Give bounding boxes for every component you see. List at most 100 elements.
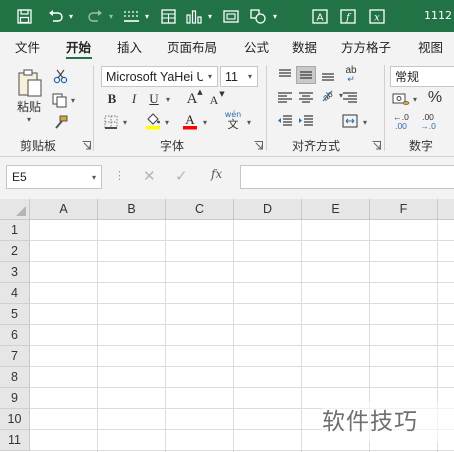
column-header-d[interactable]: D xyxy=(234,199,302,220)
row-header[interactable]: 9 xyxy=(0,388,30,409)
fill-color-icon[interactable] xyxy=(144,111,162,131)
form-icon[interactable] xyxy=(157,0,179,32)
tab-view[interactable]: 视图 xyxy=(418,37,443,56)
column-header-b[interactable]: B xyxy=(98,199,166,220)
save-icon[interactable] xyxy=(14,0,34,32)
function-icon[interactable]: x xyxy=(366,0,388,32)
decrease-indent-icon[interactable] xyxy=(276,113,294,129)
merge-center-icon[interactable] xyxy=(341,113,359,129)
wrap-text-button[interactable]: ab ↵ xyxy=(341,65,361,85)
align-left-icon[interactable] xyxy=(276,90,294,106)
font-size-combo[interactable]: 11 ▾ xyxy=(220,66,258,87)
row-header[interactable]: 5 xyxy=(0,304,30,325)
phonetic-char-icon: 文 xyxy=(227,118,239,131)
chart-icon[interactable] xyxy=(183,0,205,32)
name-box-dropdown-icon[interactable]: ▾ xyxy=(87,173,101,182)
svg-text:f: f xyxy=(345,12,352,23)
align-top-icon[interactable] xyxy=(276,67,294,83)
font-name-combo[interactable]: Microsoft YaHei UI ▾ xyxy=(101,66,218,87)
paste-dropdown-icon[interactable]: ▾ xyxy=(24,114,34,124)
align-center-icon[interactable] xyxy=(297,90,315,106)
bold-button[interactable]: B xyxy=(104,91,120,107)
format-painter-icon[interactable] xyxy=(120,0,142,32)
tab-fangfang-gezi[interactable]: 方方格子 xyxy=(341,37,391,56)
column-header-partial[interactable] xyxy=(438,199,454,220)
tab-file[interactable]: 文件 xyxy=(15,37,40,56)
row-header[interactable]: 10 xyxy=(0,409,30,430)
align-bottom-icon[interactable] xyxy=(319,67,337,83)
row-header[interactable]: 3 xyxy=(0,262,30,283)
align-right-icon[interactable] xyxy=(341,90,359,106)
row-header[interactable]: 6 xyxy=(0,325,30,346)
accounting-dropdown-icon[interactable]: ▾ xyxy=(410,94,420,104)
borders-dropdown-icon[interactable]: ▾ xyxy=(120,117,130,127)
percent-style-button[interactable]: % xyxy=(424,88,446,108)
format-painter-brush-icon[interactable] xyxy=(51,113,69,131)
undo-icon[interactable] xyxy=(44,0,66,32)
alignment-launcher-icon[interactable] xyxy=(372,141,381,150)
phonetic-dropdown-icon[interactable]: ▾ xyxy=(244,117,254,127)
accounting-format-icon[interactable] xyxy=(391,90,411,108)
insert-function-button[interactable]: fx xyxy=(211,167,222,181)
shapes-icon[interactable] xyxy=(247,0,269,32)
name-box[interactable]: E5 ▾ xyxy=(6,165,102,189)
underline-dropdown-icon[interactable]: ▾ xyxy=(163,94,173,104)
select-all-button[interactable] xyxy=(0,199,30,220)
decrease-decimal-button[interactable]: .00 →.0 xyxy=(416,111,440,133)
formula-input[interactable] xyxy=(240,165,454,189)
decrease-font-icon: ▼ xyxy=(219,90,225,98)
ribbon: 粘贴 ▾ ▾ 剪贴板 Microsoft YaHei UI ▾ 11 ▾ B I… xyxy=(0,59,454,157)
tab-insert[interactable]: 插入 xyxy=(117,37,142,56)
font-launcher-icon[interactable] xyxy=(254,141,263,150)
column-header-e[interactable]: E xyxy=(302,199,370,220)
increase-indent-icon[interactable] xyxy=(297,113,315,129)
row-header[interactable]: 8 xyxy=(0,367,30,388)
row-header[interactable]: 7 xyxy=(0,346,30,367)
tab-formulas[interactable]: 公式 xyxy=(244,37,269,56)
column-header-a[interactable]: A xyxy=(30,199,98,220)
redo-icon[interactable] xyxy=(84,0,106,32)
underline-button[interactable]: U xyxy=(146,91,162,107)
increase-decimal-button[interactable]: ←.0 .00 xyxy=(389,111,413,133)
row-header[interactable]: 11 xyxy=(0,430,30,451)
qat-dropdown-icon[interactable]: ▾ xyxy=(142,0,152,32)
font-name-dropdown-icon[interactable]: ▾ xyxy=(203,67,217,86)
cut-icon[interactable] xyxy=(51,67,69,85)
merge-dropdown-icon[interactable]: ▾ xyxy=(360,117,370,127)
italic-button[interactable]: I xyxy=(126,91,142,107)
row-header[interactable]: 2 xyxy=(0,241,30,262)
tab-page-layout[interactable]: 页面布局 xyxy=(167,37,217,56)
font-color-dropdown-icon[interactable]: ▾ xyxy=(200,117,210,127)
borders-icon[interactable] xyxy=(103,114,119,130)
watermark-text: 软件技巧 xyxy=(322,402,454,442)
camera-icon[interactable] xyxy=(220,0,242,32)
redo-dropdown-icon[interactable]: ▾ xyxy=(106,0,116,32)
orientation-icon[interactable]: ab xyxy=(318,86,336,104)
column-header-f[interactable]: F xyxy=(370,199,438,220)
chart-dropdown-icon[interactable]: ▾ xyxy=(205,0,215,32)
copy-dropdown-icon[interactable]: ▾ xyxy=(68,95,78,105)
phonetic-guide-button[interactable]: wén 文 xyxy=(223,109,243,133)
cancel-icon[interactable]: ✕ xyxy=(143,167,156,185)
shapes-dropdown-icon[interactable]: ▾ xyxy=(270,0,280,32)
enter-icon[interactable]: ✓ xyxy=(175,167,188,185)
column-header-c[interactable]: C xyxy=(166,199,234,220)
formula-icon[interactable]: f xyxy=(337,0,359,32)
row-header[interactable]: 1 xyxy=(0,220,30,241)
font-color-icon[interactable]: A xyxy=(181,111,199,131)
tab-data[interactable]: 数据 xyxy=(292,37,317,56)
textbox-icon[interactable]: A xyxy=(309,0,331,32)
copy-icon[interactable] xyxy=(50,91,68,109)
paste-icon[interactable] xyxy=(14,67,46,99)
formula-bar-grip-icon[interactable]: ⋮ xyxy=(114,169,125,182)
row-header[interactable]: 4 xyxy=(0,283,30,304)
group-separator xyxy=(93,65,94,151)
clipboard-launcher-icon[interactable] xyxy=(82,141,91,150)
number-format-combo[interactable]: 常规 xyxy=(390,66,454,87)
align-middle-icon[interactable] xyxy=(296,66,316,84)
font-size-dropdown-icon[interactable]: ▾ xyxy=(243,67,257,86)
paste-label[interactable]: 粘贴 xyxy=(14,98,44,114)
undo-dropdown-icon[interactable]: ▾ xyxy=(66,0,76,32)
tab-home[interactable]: 开始 xyxy=(66,37,91,56)
fill-color-dropdown-icon[interactable]: ▾ xyxy=(162,117,172,127)
